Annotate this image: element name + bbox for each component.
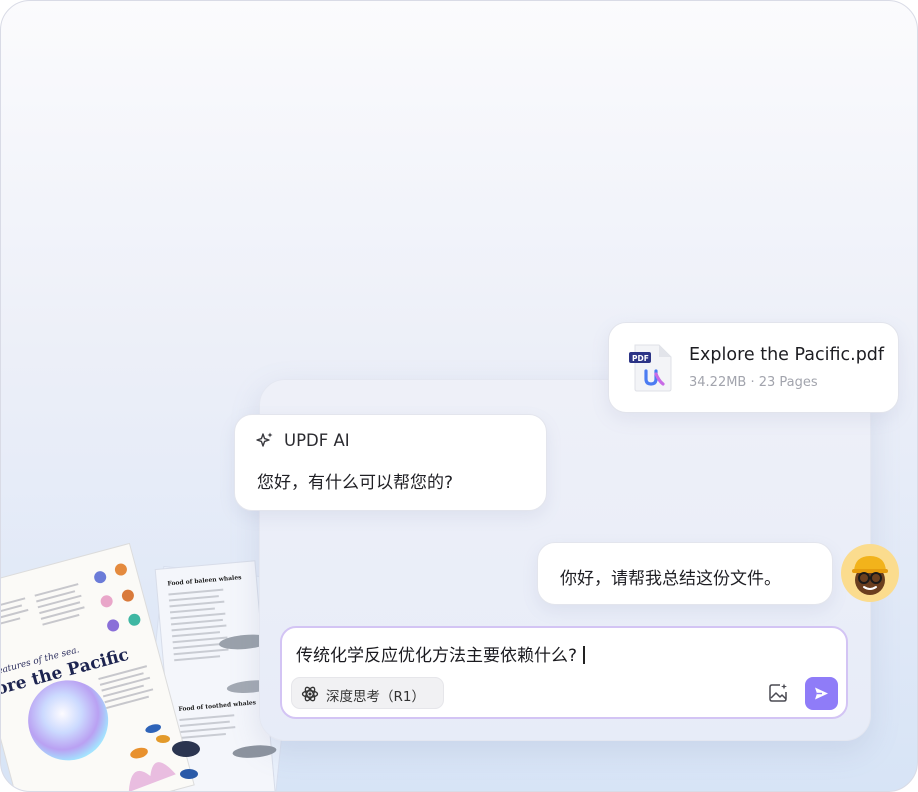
chat-input-value: 传统化学反应优化方法主要依赖什么? — [296, 646, 578, 666]
document-pages-illustration: Food of baleen whales Food of toothed wh… — [1, 542, 299, 791]
text-cursor — [583, 646, 585, 664]
deep-think-toggle[interactable]: 深度思考（R1） — [291, 677, 444, 709]
chat-input-box[interactable]: 传统化学反应优化方法主要依赖什么? 深度思考（R1） — [280, 626, 848, 719]
ai-greeting-text: 您好，有什么可以帮您的? — [257, 473, 454, 493]
file-meta: 34.22MB · 23 Pages — [689, 375, 818, 390]
user-message-bubble: 你好，请帮我总结这份文件。 — [537, 542, 833, 605]
attached-file-card[interactable]: PDF Explore the Pacific.pdf 34.22MB · 23… — [608, 322, 899, 413]
app-frame: Food of baleen whales Food of toothed wh… — [0, 0, 918, 792]
ai-assistant-name: UPDF AI — [284, 431, 350, 450]
ai-message-bubble: UPDF AI 您好，有什么可以帮您的? — [234, 414, 547, 511]
user-avatar[interactable] — [841, 544, 899, 602]
avatar-face-icon — [852, 556, 888, 595]
send-button[interactable] — [805, 677, 838, 710]
user-message-text: 你好，请帮我总结这份文件。 — [560, 569, 781, 589]
chat-input-field[interactable]: 传统化学反应优化方法主要依赖什么? — [296, 641, 585, 666]
image-ai-icon[interactable] — [767, 682, 789, 704]
file-name: Explore the Pacific.pdf — [689, 345, 885, 365]
pdf-file-icon: PDF — [629, 344, 672, 392]
send-icon — [815, 687, 828, 700]
sparkle-icon — [256, 432, 273, 447]
atom-icon — [301, 686, 319, 702]
pdf-badge: PDF — [632, 354, 649, 363]
deep-think-label: 深度思考（R1） — [326, 689, 425, 705]
